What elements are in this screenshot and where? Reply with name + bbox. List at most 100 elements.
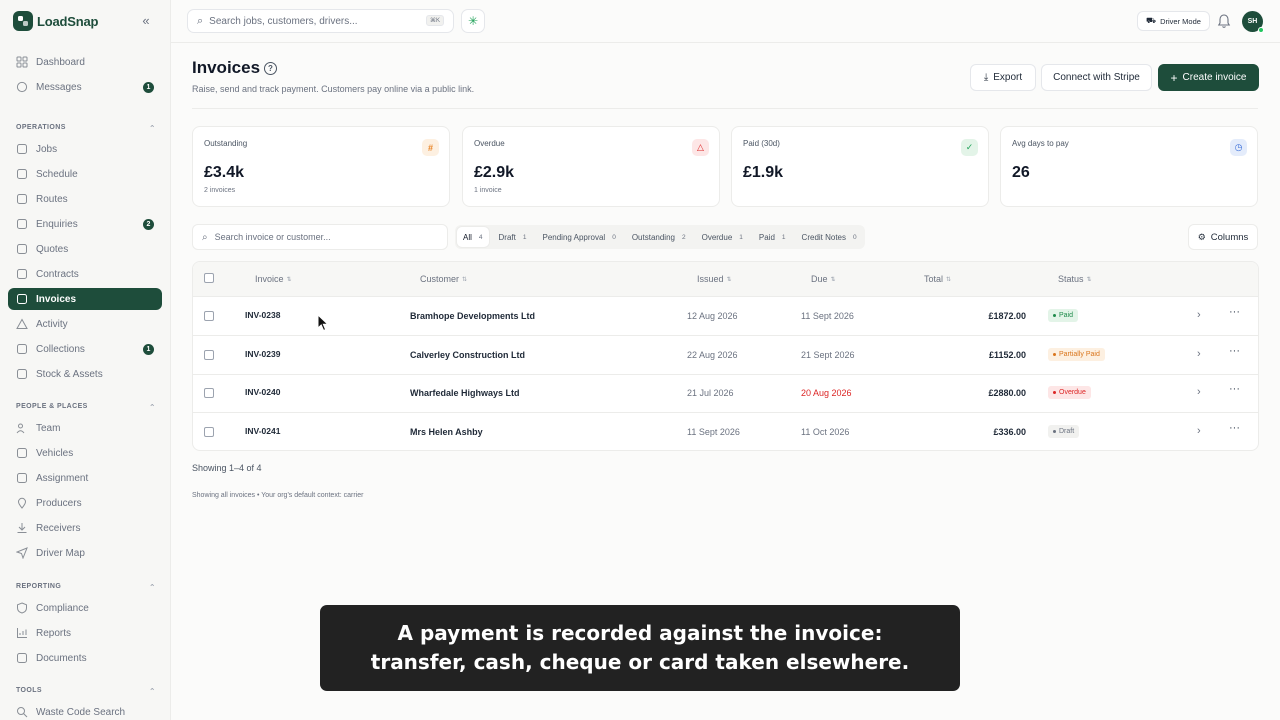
filter-tab-paid[interactable]: Paid 1: [753, 227, 792, 247]
collapse-sidebar-icon[interactable]: «: [140, 14, 152, 28]
global-search-placeholder: Search jobs, customers, drivers...: [209, 15, 358, 27]
column-header-total[interactable]: Total ⇅: [924, 274, 951, 284]
table-header: Invoice ⇅ Customer ⇅ Issued ⇅ Due ⇅ Total ⇅ Status…: [193, 262, 1258, 297]
more-options-icon[interactable]: ···: [1229, 422, 1240, 434]
sidebar-item-driver-map[interactable]: Driver Map: [8, 542, 162, 564]
sidebar-item-quotes[interactable]: Quotes: [8, 238, 162, 260]
invoice-search-input[interactable]: ⌕ Search invoice or customer...: [192, 224, 448, 250]
sidebar-item-label: Quotes: [36, 243, 69, 255]
sidebar-section-title[interactable]: OPERATIONS ⌃: [16, 124, 156, 133]
more-options-icon[interactable]: ···: [1229, 383, 1240, 395]
chevron-right-icon[interactable]: ›: [1197, 309, 1201, 321]
column-header-label: Invoice: [255, 274, 284, 284]
issued-date: 21 Jul 2026: [687, 388, 734, 399]
row-checkbox[interactable]: [204, 349, 214, 360]
document-icon: [16, 243, 28, 255]
chevron-right-icon[interactable]: ›: [1197, 425, 1201, 437]
sidebar-item-contracts[interactable]: Contracts: [8, 263, 162, 285]
sidebar-item-messages[interactable]: Messages 1: [8, 76, 162, 98]
sidebar: LoadSnap « Dashboard Messages 1 OPERATIONS ⌃…: [0, 0, 171, 720]
due-date: 21 Sept 2026: [801, 349, 855, 360]
more-options-icon[interactable]: ···: [1229, 345, 1240, 357]
ai-assistant-button[interactable]: ✳: [461, 9, 485, 33]
sidebar-item-activity[interactable]: Activity: [8, 313, 162, 335]
select-all-checkbox[interactable]: [204, 273, 214, 283]
notifications-bell-icon[interactable]: [1217, 13, 1231, 29]
download-icon: [16, 522, 28, 534]
status-badge: Overdue: [1048, 386, 1091, 400]
table-row[interactable]: INV-0240 Wharfedale Highways Ltd 21 Jul 20…: [193, 374, 1258, 414]
user-avatar[interactable]: SH: [1242, 11, 1264, 33]
sidebar-item-documents[interactable]: Documents: [8, 647, 162, 669]
help-icon[interactable]: ?: [264, 62, 277, 75]
columns-button[interactable]: ⚙ Columns: [1188, 224, 1258, 250]
invoice-number[interactable]: INV-0241: [245, 426, 280, 436]
column-header-customer[interactable]: Customer ⇅: [420, 274, 467, 284]
column-header-issued[interactable]: Issued ⇅: [697, 274, 732, 284]
row-checkbox[interactable]: [204, 426, 214, 437]
kpi-card-overdue[interactable]: Overdue £2.9k 1 invoice △: [462, 126, 720, 207]
chevron-right-icon[interactable]: ›: [1197, 386, 1201, 398]
column-header-status[interactable]: Status ⇅: [1058, 274, 1092, 284]
more-options-icon[interactable]: ···: [1229, 306, 1240, 318]
sidebar-item-vehicles[interactable]: Vehicles: [8, 442, 162, 464]
kpi-card-paid-30d[interactable]: Paid (30d) £1.9k ✓: [731, 126, 989, 207]
row-checkbox[interactable]: [204, 311, 214, 321]
filter-tab-draft[interactable]: Draft 1: [493, 227, 533, 247]
status-dot: [1053, 314, 1056, 317]
sidebar-item-label: Receivers: [36, 522, 81, 534]
global-search-input[interactable]: ⌕ Search jobs, customers, drivers... ⌘K: [187, 9, 454, 33]
invoice-number[interactable]: INV-0238: [245, 310, 280, 320]
kpi-card-outstanding[interactable]: Outstanding £3.4k 2 invoices #: [192, 126, 450, 207]
kpi-subtext: 1 invoice: [474, 187, 502, 194]
sidebar-item-invoices[interactable]: Invoices: [8, 288, 162, 310]
invoice-number[interactable]: INV-0240: [245, 387, 280, 397]
kpi-card-avg-days-to-pay[interactable]: Avg days to pay 26 ◷: [1000, 126, 1258, 207]
filter-tab-overdue[interactable]: Overdue 1: [696, 227, 749, 247]
connect-stripe-button[interactable]: Connect with Stripe: [1041, 64, 1152, 91]
file-icon: [16, 652, 28, 664]
brand[interactable]: LoadSnap: [13, 11, 98, 31]
sidebar-item-label: Messages: [36, 81, 82, 93]
kpi-value: £2.9k: [474, 164, 515, 181]
driver-mode-button[interactable]: ⛟ Driver Mode: [1137, 11, 1210, 31]
table-row[interactable]: INV-0241 Mrs Helen Ashby 11 Sept 2026 11 Oc…: [193, 413, 1258, 450]
collections-icon: [16, 343, 28, 355]
create-invoice-button[interactable]: + Create invoice: [1158, 64, 1259, 91]
filter-tab-credit-notes[interactable]: Credit Notes 0: [796, 227, 863, 247]
invoice-number[interactable]: INV-0239: [245, 349, 280, 359]
sidebar-item-routes[interactable]: Routes: [8, 188, 162, 210]
filter-tab-pending-approval[interactable]: Pending Approval 0: [536, 227, 621, 247]
export-button[interactable]: ⤓ Export: [970, 64, 1036, 91]
table-row[interactable]: INV-0238 Bramhope Developments Ltd 12 Aug …: [193, 297, 1258, 336]
filter-tab-label: Pending Approval: [542, 232, 606, 242]
section-title-label: OPERATIONS: [16, 124, 66, 131]
sidebar-item-reports[interactable]: Reports: [8, 622, 162, 644]
sidebar-section-title[interactable]: TOOLS ⌃: [16, 687, 156, 696]
column-header-invoice[interactable]: Invoice ⇅: [255, 274, 292, 284]
column-header-due[interactable]: Due ⇅: [811, 274, 836, 284]
filter-tab-outstanding[interactable]: Outstanding 2: [626, 227, 692, 247]
sidebar-section-title[interactable]: PEOPLE & PLACES ⌃: [16, 403, 156, 412]
sidebar-item-team[interactable]: Team: [8, 417, 162, 439]
sidebar-item-compliance[interactable]: Compliance: [8, 597, 162, 619]
row-checkbox[interactable]: [204, 388, 214, 399]
sidebar-item-collections[interactable]: Collections 1: [8, 338, 162, 360]
filter-tab-all[interactable]: All 4: [457, 227, 489, 247]
assignment-icon: [16, 472, 28, 484]
sidebar-item-receivers[interactable]: Receivers: [8, 517, 162, 539]
sidebar-item-jobs[interactable]: Jobs: [8, 138, 162, 160]
sidebar-item-stock-assets[interactable]: Stock & Assets: [8, 363, 162, 385]
chevron-right-icon[interactable]: ›: [1197, 348, 1201, 360]
sidebar-item-producers[interactable]: Producers: [8, 492, 162, 514]
sidebar-item-assignment[interactable]: Assignment: [8, 467, 162, 489]
sidebar-item-enquiries[interactable]: Enquiries 2: [8, 213, 162, 235]
sidebar-item-schedule[interactable]: Schedule: [8, 163, 162, 185]
box-icon: [16, 368, 28, 380]
status-label: Paid: [1059, 312, 1074, 319]
sidebar-item-dashboard[interactable]: Dashboard: [8, 51, 162, 73]
table-row[interactable]: INV-0239 Calverley Construction Ltd 22 Aug…: [193, 336, 1258, 375]
sidebar-section-title[interactable]: REPORTING ⌃: [16, 583, 156, 592]
sidebar-item-waste-code-search[interactable]: Waste Code Search: [8, 701, 162, 720]
sidebar-item-label: Producers: [36, 497, 82, 509]
